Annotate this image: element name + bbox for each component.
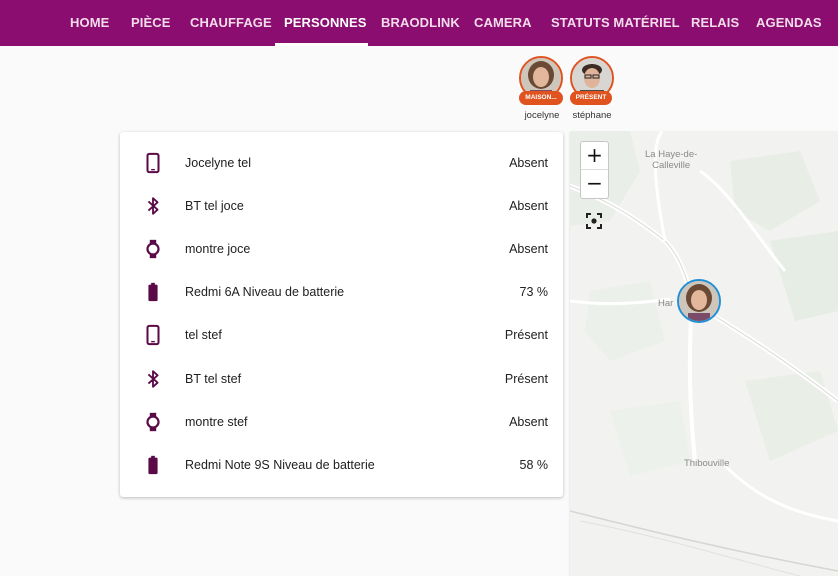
map-card[interactable]: La Haye-de- Calleville Har Thibouville +… <box>570 131 838 576</box>
place-line: La Haye-de- <box>645 149 698 160</box>
entity-row[interactable]: BT tel joce Absent <box>120 185 563 228</box>
entity-label: tel stef <box>185 328 222 342</box>
entity-row[interactable]: BT tel stef Présent <box>120 358 563 401</box>
zoom-in-button[interactable]: + <box>581 142 608 170</box>
tab-camera[interactable]: CAMERA <box>474 0 532 46</box>
entity-state: 73 % <box>519 285 549 299</box>
battery-icon <box>148 455 158 475</box>
status-badge: PRÉSENT <box>570 91 612 105</box>
entity-label: montre joce <box>185 242 251 256</box>
entity-row[interactable]: Redmi 6A Niveau de batterie 73 % <box>120 271 563 314</box>
cellphone-icon <box>146 152 160 174</box>
entity-state: Absent <box>509 199 548 213</box>
battery-icon <box>148 282 158 302</box>
zoom-out-button[interactable]: − <box>581 170 608 197</box>
tab-personnes[interactable]: PERSONNES <box>284 0 367 46</box>
person-name: stéphane <box>572 110 612 121</box>
bluetooth-icon <box>147 370 159 388</box>
place-line: Calleville <box>652 160 691 171</box>
entity-state: Présent <box>504 328 548 342</box>
entity-state: Absent <box>509 242 548 256</box>
status-badge: MAISON... <box>519 91 563 105</box>
entity-row[interactable]: Jocelyne tel Absent <box>120 142 563 185</box>
entity-state: Absent <box>509 415 548 429</box>
entity-row[interactable]: montre joce Absent <box>120 228 563 271</box>
entity-label: BT tel stef <box>185 372 242 386</box>
map-place-label: Thibouville <box>684 458 730 469</box>
entity-label: Redmi 6A Niveau de batterie <box>185 285 345 299</box>
entity-label: Jocelyne tel <box>185 156 252 170</box>
zoom-control: + − <box>580 141 609 199</box>
tab-agendas[interactable]: AGENDAS <box>756 0 822 46</box>
map-place-label: Har <box>658 298 674 309</box>
entity-state: Absent <box>509 156 548 170</box>
map-tiles[interactable] <box>570 131 838 576</box>
top-app-bar: HOME PIÈCE CHAUFFAGE PERSONNES BRAODLINK… <box>0 0 838 46</box>
tab-home[interactable]: HOME <box>70 0 109 46</box>
tab-statuts-materiel[interactable]: STATUTS MATÉRIEL <box>551 0 680 46</box>
entity-label: montre stef <box>185 415 248 429</box>
entity-state: 58 % <box>519 458 549 472</box>
tab-braodlink[interactable]: BRAODLINK <box>381 0 460 46</box>
recenter-icon[interactable] <box>584 211 604 231</box>
person-map-marker[interactable] <box>677 279 721 323</box>
entities-card: Jocelyne tel Absent BT tel joce Absent m… <box>120 132 563 497</box>
entity-row[interactable]: montre stef Absent <box>120 401 563 444</box>
entity-label: BT tel joce <box>185 199 244 213</box>
cellphone-icon <box>146 324 160 346</box>
map-place-label: La Haye-de- Calleville <box>645 149 697 171</box>
tab-piece[interactable]: PIÈCE <box>131 0 171 46</box>
tab-chauffage[interactable]: CHAUFFAGE <box>190 0 272 46</box>
watch-icon <box>146 412 160 432</box>
watch-icon <box>146 239 160 259</box>
entity-row[interactable]: Redmi Note 9S Niveau de batterie 58 % <box>120 444 563 487</box>
entity-row[interactable]: tel stef Présent <box>120 314 563 357</box>
entity-state: Présent <box>504 372 548 386</box>
active-tab-indicator <box>275 43 368 46</box>
entity-label: Redmi Note 9S Niveau de batterie <box>185 458 375 472</box>
tab-relais[interactable]: RELAIS <box>691 0 739 46</box>
bluetooth-icon <box>147 197 159 215</box>
